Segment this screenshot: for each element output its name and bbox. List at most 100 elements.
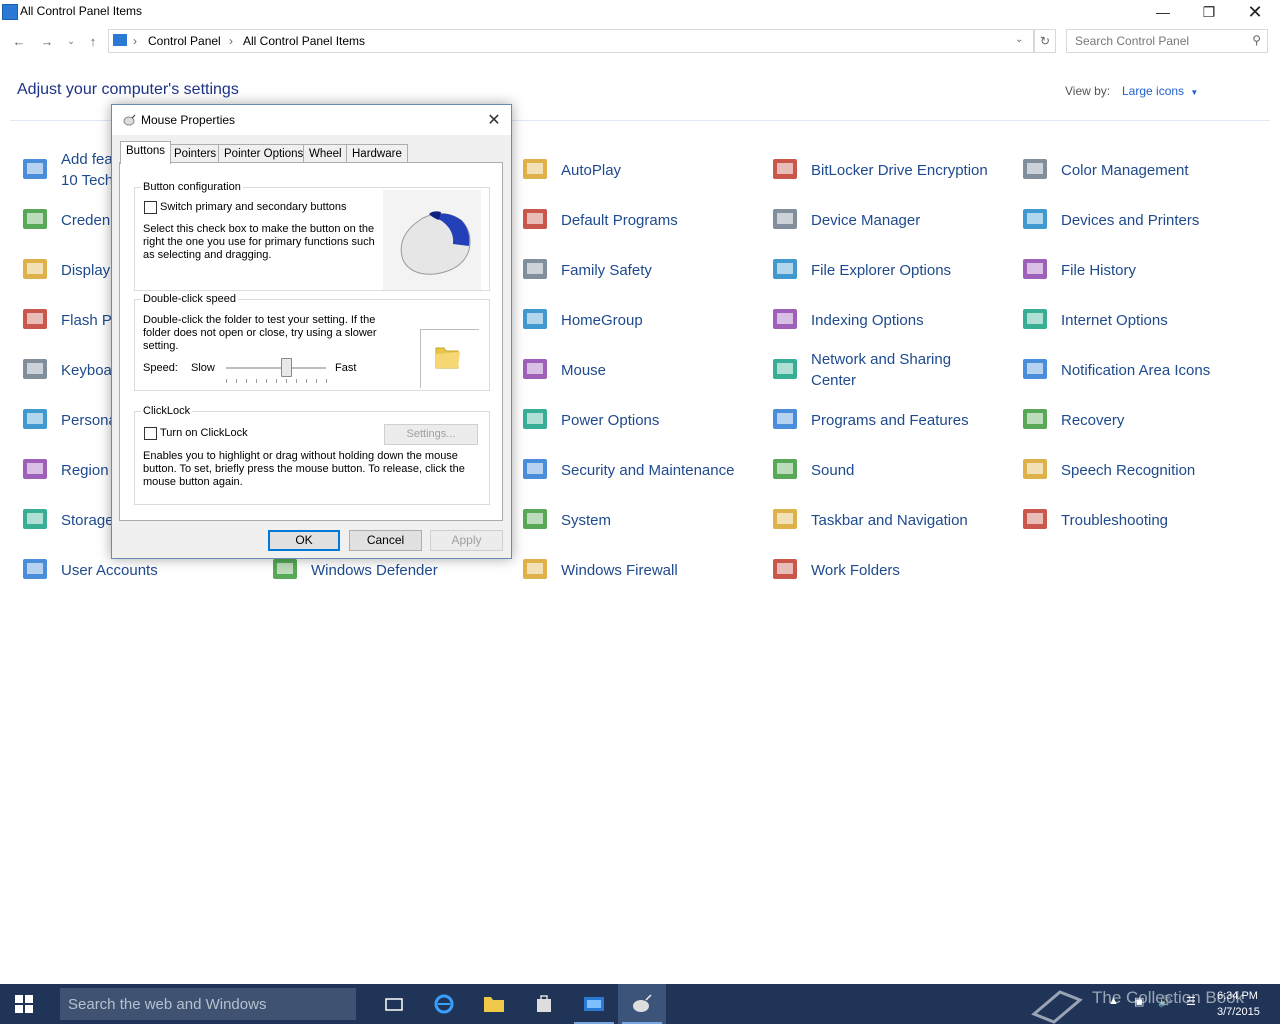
breadcrumb-chevron-icon[interactable]: › — [133, 34, 137, 48]
item-keyboard[interactable]: Keyboa — [17, 348, 112, 392]
breadcrumb-all-items[interactable]: All Control Panel Items — [243, 34, 365, 48]
apply-button[interactable]: Apply — [430, 530, 503, 551]
back-arrow-icon[interactable]: ← — [8, 28, 30, 54]
item-label[interactable]: System — [561, 510, 611, 531]
item-label[interactable]: BitLocker Drive Encryption — [811, 160, 988, 181]
volume-icon[interactable]: 🔊 — [1158, 995, 1172, 1008]
search-icon[interactable]: ⚲ — [1252, 33, 1261, 47]
view-by-dropdown[interactable]: Large icons ▼ — [1122, 84, 1198, 98]
item-label[interactable]: Windows Firewall — [561, 560, 678, 581]
item-label[interactable]: Region — [61, 460, 109, 481]
show-hidden-icons-icon[interactable]: ▲ — [1108, 995, 1119, 1007]
item-personalization[interactable]: Persona — [17, 398, 117, 442]
item-flash-player[interactable]: Flash P — [17, 298, 112, 342]
ok-button[interactable]: OK — [268, 530, 340, 551]
item-programs-features[interactable]: Programs and Features — [767, 398, 969, 442]
folder-icon[interactable] — [433, 342, 463, 372]
item-file-explorer-options[interactable]: File Explorer Options — [767, 248, 951, 292]
item-label[interactable]: AutoPlay — [561, 160, 621, 181]
tab-hardware[interactable]: Hardware — [346, 144, 408, 163]
item-label[interactable]: Devices and Printers — [1061, 210, 1199, 231]
item-system[interactable]: System — [517, 498, 611, 542]
close-button[interactable]: ✕ — [1232, 0, 1278, 24]
item-devices-printers[interactable]: Devices and Printers — [1017, 198, 1199, 242]
item-label[interactable]: Sound — [811, 460, 854, 481]
taskbar-store[interactable] — [520, 984, 568, 1024]
item-label[interactable]: File History — [1061, 260, 1136, 281]
item-label[interactable]: Windows Defender — [311, 560, 438, 581]
item-add-features[interactable]: Add fea 10 Tech — [17, 148, 113, 192]
item-label[interactable]: Color Management — [1061, 160, 1189, 181]
tab-pointers[interactable]: Pointers — [168, 144, 223, 163]
item-label[interactable]: Recovery — [1061, 410, 1124, 431]
restore-button[interactable]: ❐ — [1186, 0, 1232, 24]
item-windows-firewall[interactable]: Windows Firewall — [517, 548, 678, 592]
item-label[interactable]: User Accounts — [61, 560, 158, 581]
breadcrumb-control-panel[interactable]: Control Panel — [148, 34, 221, 48]
item-label[interactable]: Persona — [61, 410, 117, 431]
forward-arrow-icon[interactable]: → — [36, 28, 58, 54]
item-label[interactable]: Indexing Options — [811, 310, 924, 331]
taskbar-internet-explorer[interactable] — [420, 984, 468, 1024]
item-label[interactable]: Security and Maintenance — [561, 460, 734, 481]
item-label[interactable]: Keyboa — [61, 360, 112, 381]
tab-wheel[interactable]: Wheel — [303, 144, 348, 163]
window-titlebar[interactable]: All Control Panel Items — ❐ ✕ — [0, 0, 1280, 24]
item-label[interactable]: Creden — [61, 210, 110, 231]
dialog-titlebar[interactable]: Mouse Properties ✕ — [112, 105, 511, 135]
taskbar-control-panel[interactable] — [570, 984, 618, 1024]
item-indexing-options[interactable]: Indexing Options — [767, 298, 924, 342]
item-bitlocker[interactable]: BitLocker Drive Encryption — [767, 148, 988, 192]
item-power-options[interactable]: Power Options — [517, 398, 659, 442]
item-work-folders[interactable]: Work Folders — [767, 548, 900, 592]
item-label[interactable]: File Explorer Options — [811, 260, 951, 281]
item-sound[interactable]: Sound — [767, 448, 854, 492]
item-display[interactable]: Display — [17, 248, 110, 292]
test-folder-area[interactable] — [420, 329, 479, 388]
item-default-programs[interactable]: Default Programs — [517, 198, 678, 242]
item-label[interactable]: Add fea 10 Tech — [61, 149, 113, 191]
item-label[interactable]: Troubleshooting — [1061, 510, 1168, 531]
clicklock-checkbox-label[interactable]: Turn on ClickLock — [160, 427, 248, 440]
item-label[interactable]: Mouse — [561, 360, 606, 381]
item-taskbar-navigation[interactable]: Taskbar and Navigation — [767, 498, 968, 542]
breadcrumb-chevron-icon[interactable]: › — [229, 34, 233, 48]
item-credential-manager[interactable]: Creden — [17, 198, 110, 242]
item-label[interactable]: Device Manager — [811, 210, 920, 231]
item-label[interactable]: Flash P — [61, 310, 112, 331]
recent-locations-chevron-icon[interactable]: ⌄ — [60, 28, 82, 54]
item-network-sharing[interactable]: Network and Sharing Center — [767, 348, 951, 392]
search-input[interactable]: Search Control Panel ⚲ — [1066, 29, 1268, 53]
action-center-icon[interactable]: ☰ — [1186, 995, 1196, 1008]
tab-buttons[interactable]: Buttons — [120, 141, 171, 164]
item-autoplay[interactable]: AutoPlay — [517, 148, 621, 192]
item-label[interactable]: Speech Recognition — [1061, 460, 1195, 481]
item-troubleshooting[interactable]: Troubleshooting — [1017, 498, 1168, 542]
item-label[interactable]: Storage — [61, 510, 114, 531]
taskbar-mouse-properties[interactable] — [618, 984, 666, 1024]
item-label[interactable]: HomeGroup — [561, 310, 643, 331]
address-dropdown-icon[interactable]: ⌄ — [1015, 34, 1023, 45]
item-label[interactable]: Taskbar and Navigation — [811, 510, 968, 531]
minimize-button[interactable]: — — [1140, 0, 1186, 24]
up-arrow-icon[interactable]: ↑ — [82, 28, 104, 54]
switch-buttons-checkbox[interactable] — [144, 201, 157, 214]
clicklock-settings-button[interactable]: Settings... — [384, 424, 478, 445]
item-label[interactable]: Display — [61, 260, 110, 281]
item-speech-recognition[interactable]: Speech Recognition — [1017, 448, 1195, 492]
item-label[interactable]: Default Programs — [561, 210, 678, 231]
item-label[interactable]: Work Folders — [811, 560, 900, 581]
item-internet-options[interactable]: Internet Options — [1017, 298, 1168, 342]
item-security-maintenance[interactable]: Security and Maintenance — [517, 448, 734, 492]
cancel-button[interactable]: Cancel — [349, 530, 422, 551]
double-click-speed-slider[interactable] — [226, 367, 326, 369]
item-file-history[interactable]: File History — [1017, 248, 1136, 292]
item-family-safety[interactable]: Family Safety — [517, 248, 652, 292]
item-mouse[interactable]: Mouse — [517, 348, 606, 392]
item-storage-spaces[interactable]: Storage — [17, 498, 114, 542]
tab-pointer-options[interactable]: Pointer Options — [218, 144, 310, 163]
clock-time[interactable]: 6:34 PM — [1217, 990, 1258, 1002]
item-recovery[interactable]: Recovery — [1017, 398, 1124, 442]
item-label[interactable]: Programs and Features — [811, 410, 969, 431]
clock-date[interactable]: 3/7/2015 — [1217, 1006, 1260, 1018]
